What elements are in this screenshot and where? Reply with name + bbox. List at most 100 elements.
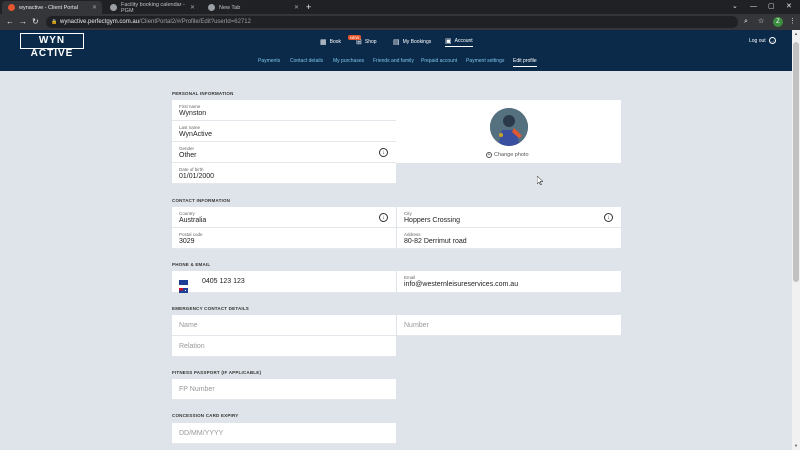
last-name-field[interactable]: Last name WynActive [172,121,396,142]
reload-icon[interactable]: ↻ [32,16,39,28]
shop-new-badge: NEW [348,35,362,40]
new-tab-button[interactable]: + [306,1,311,13]
nav-account-label: Account [454,37,473,44]
address-value: 80-82 Derrimut road [404,238,467,245]
subnav-payment-settings[interactable]: Payment settings [466,58,504,64]
subnav-my-purchases[interactable]: My purchases [333,58,364,64]
subnav-prepaid-account[interactable]: Prepaid account [421,58,457,64]
window-close-icon[interactable]: ✕ [786,1,792,12]
dropdown-arrow-icon[interactable]: ↓ [379,148,388,157]
subnav-contact-details[interactable]: Contact details [290,58,323,64]
date-of-birth-field[interactable]: Date of birth 01/01/2000 [172,163,396,184]
gender-select[interactable]: Gender Other ↓ [172,142,396,163]
wynactive-favicon-icon [8,4,15,11]
profile-photo [490,108,528,146]
bookmark-star-icon[interactable]: ☆ [758,16,764,28]
city-label: City [404,211,412,216]
logout-button[interactable]: Log out → [749,37,776,44]
url-path: /ClientPortal2/#/Profile/Edit?userId=627… [139,19,251,25]
section-contact-information: CONTACT INFORMATION [172,198,231,203]
browser-tab-new-tab[interactable]: New Tab ✕ [202,1,304,14]
nav-account[interactable]: ▣ Account [445,37,473,47]
page-scrollbar[interactable]: ▲ ▼ [792,30,800,450]
logout-icon: → [768,37,776,44]
australia-flag-icon[interactable] [179,280,188,293]
dropdown-arrow-icon[interactable]: ↓ [604,213,613,222]
fp-number-input[interactable]: FP Number [172,379,396,400]
close-icon[interactable]: ✕ [190,4,195,11]
section-phone-email: PHONE & EMAIL [172,262,211,267]
scroll-thumb[interactable] [793,42,799,282]
date-of-birth-label: Date of birth [179,167,204,172]
address-bar[interactable]: 🔒 wynactive.perfectgym.com.au/ClientPort… [46,16,738,28]
section-fitness-passport: FITNESS PASSPORT (IF APPLICABLE) [172,370,262,375]
country-select[interactable]: Country Australia ↓ [172,207,396,228]
close-icon[interactable]: ✕ [294,4,299,11]
scroll-up-icon[interactable]: ▲ [792,31,800,36]
plus-circle-icon: + [486,152,492,158]
city-value: Hoppers Crossing [404,217,461,224]
nav-book-label: Book [329,39,342,45]
country-value: Australia [179,217,207,224]
browser-tab-client-portal[interactable]: wynactive - Client Portal ✕ [2,1,102,14]
calendar-icon: ▦ [320,39,327,46]
emergency-relation-placeholder: Relation [179,343,205,350]
menu-kebab-icon[interactable]: ⋮ [789,16,796,28]
emergency-relation-input[interactable]: Relation [172,336,396,357]
fp-number-placeholder: FP Number [179,386,215,393]
section-personal-information: PERSONAL INFORMATION [172,91,234,96]
postal-code-value: 3029 [179,238,195,245]
concession-expiry-input[interactable]: DD/MM/YYYY [172,423,396,444]
scroll-down-icon[interactable]: ▼ [792,443,800,448]
profile-avatar[interactable]: Z [773,17,783,27]
address-field[interactable]: Address 80-82 Derrimut road [397,228,621,249]
change-photo-label: Change photo [494,152,529,158]
last-name-label: Last name [179,125,201,130]
browser-tab-bar: wynactive - Client Portal ✕ Facility boo… [0,0,800,14]
first-name-value: Wynston [179,110,207,117]
wynactive-logo[interactable]: WYN ACTIVE [20,33,84,59]
zoom-icon[interactable]: ⌕ [744,16,748,28]
emergency-number-input[interactable]: Number [397,315,621,336]
postal-code-label: Postal code [179,232,203,237]
phone-value: 0405 123 123 [202,278,245,285]
emergency-name-placeholder: Name [179,322,198,329]
tab-search-icon[interactable]: ⌄ [732,1,738,12]
section-emergency-contact: EMERGENCY CONTACT DETAILS [172,306,250,311]
phone-field[interactable]: 0405 123 123 [172,271,396,293]
change-photo-button[interactable]: + Change photo [486,152,529,158]
city-select[interactable]: City Hoppers Crossing ↓ [397,207,621,228]
gender-label: Gender [179,146,195,151]
email-label: Email [404,275,416,280]
close-icon[interactable]: ✕ [92,4,97,11]
subnav-payments[interactable]: Payments [258,58,280,64]
subnav-edit-profile[interactable]: Edit profile [513,58,537,67]
tab-title: wynactive - Client Portal [19,4,78,11]
nav-shop-label: Shop [364,39,377,45]
site-header: WYN ACTIVE ▦ Book ⊞ Shop ▤ My Bookings ▣… [0,30,792,71]
postal-code-field[interactable]: Postal code 3029 [172,228,396,249]
browser-tab-facility-booking[interactable]: Facility booking calendar - PGM ✕ [104,1,200,14]
date-of-birth-value: 01/01/2000 [179,173,215,180]
bookings-icon: ▤ [393,39,400,46]
maximize-icon[interactable]: ▢ [768,1,775,12]
emergency-name-input[interactable]: Name [172,315,396,336]
nav-my-bookings[interactable]: ▤ My Bookings [393,37,431,47]
nav-book[interactable]: ▦ Book [320,37,341,47]
tab-title: New Tab [219,4,241,11]
email-field[interactable]: Email info@westernleisureservices.com.au [397,271,621,293]
account-icon: ▣ [445,37,452,45]
first-name-field[interactable]: First name Wynston [172,100,396,121]
dropdown-arrow-icon[interactable]: ↓ [379,213,388,222]
forward-icon[interactable]: → [19,16,27,28]
back-icon[interactable]: ← [6,16,14,28]
first-name-label: First name [179,104,201,109]
concession-expiry-placeholder: DD/MM/YYYY [179,430,224,437]
browser-toolbar: ← → ↻ 🔒 wynactive.perfectgym.com.au/Clie… [0,14,800,30]
lock-icon: 🔒 [51,19,58,25]
address-label: Address [404,232,421,237]
subnav-friends-and-family[interactable]: Friends and family [373,58,414,64]
gender-value: Other [179,152,197,159]
minimize-icon[interactable]: — [750,1,757,12]
chrome-favicon-icon [208,4,215,11]
